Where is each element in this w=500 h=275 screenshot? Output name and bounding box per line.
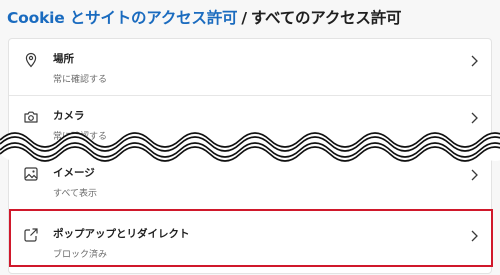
permission-item-location[interactable]: 場所 常に確認する — [9, 39, 491, 95]
permissions-list: 場所 常に確認する カメラ 常に確認する イメージ すべて表示 ポップアップとリ… — [8, 38, 492, 274]
page-title: すべてのアクセス許可 — [250, 9, 402, 27]
permission-status: 常に確認する — [53, 75, 108, 85]
permission-item-images[interactable]: イメージ すべて表示 — [9, 153, 491, 209]
breadcrumb: Cookie とサイトのアクセス許可 / すべてのアクセス許可 — [7, 6, 402, 28]
location-pin-icon — [23, 52, 39, 68]
permission-status: すべて表示 — [53, 189, 98, 199]
permission-status: 常に確認する — [53, 132, 108, 142]
chevron-right-icon — [469, 110, 479, 124]
divider — [9, 209, 491, 210]
chevron-right-icon — [469, 53, 479, 67]
permission-item-camera[interactable]: カメラ 常に確認する — [9, 96, 491, 152]
permission-title: 場所 — [53, 53, 74, 65]
permission-title: カメラ — [53, 110, 85, 122]
external-link-icon — [23, 227, 39, 243]
permission-title: ポップアップとリダイレクト — [53, 228, 190, 240]
image-icon — [23, 166, 39, 182]
camera-icon — [23, 109, 39, 125]
chevron-right-icon — [469, 167, 479, 181]
breadcrumb-separator: / — [241, 9, 247, 27]
permission-item-popups-redirects[interactable]: ポップアップとリダイレクト ブロック済み — [9, 214, 491, 270]
permission-title: イメージ — [53, 167, 95, 179]
chevron-right-icon — [469, 228, 479, 242]
breadcrumb-parent-link[interactable]: Cookie とサイトのアクセス許可 — [7, 9, 238, 27]
permission-status: ブロック済み — [53, 250, 108, 260]
